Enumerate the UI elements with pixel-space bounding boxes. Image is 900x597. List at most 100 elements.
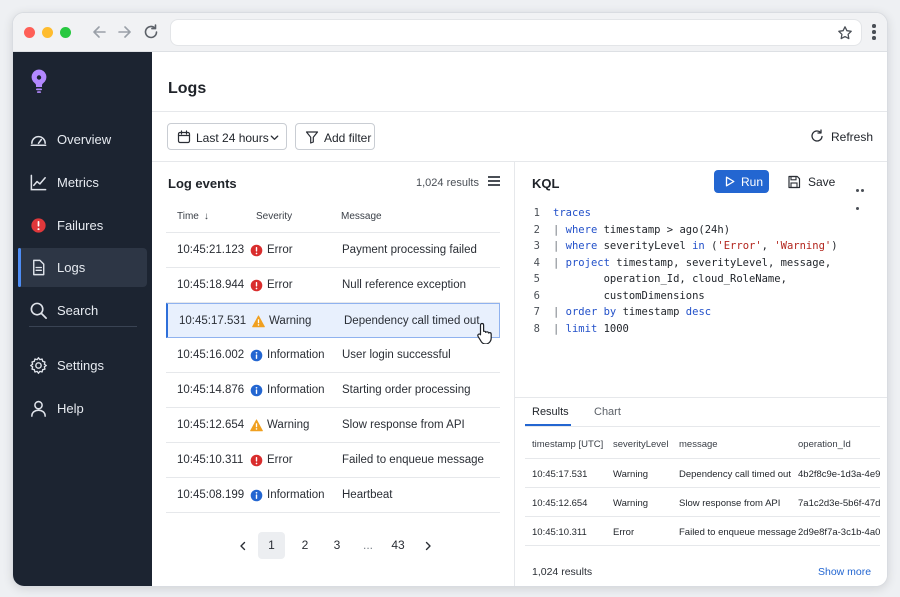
play-icon xyxy=(725,176,735,187)
add-filter-button[interactable]: Add filter xyxy=(295,123,375,150)
log-time: 10:45:12.654 xyxy=(177,419,245,431)
code-text: | where severityLevel in ('Error', 'Warn… xyxy=(553,240,838,252)
time-range-dropdown[interactable]: Last 24 hours xyxy=(167,123,287,150)
mouse-pointer-hand-icon xyxy=(476,322,494,345)
sidebar: Overview Metrics Failures Logs Search Se… xyxy=(13,52,152,586)
result-cell: 10:45:17.531 xyxy=(532,469,588,480)
log-time: 10:45:21.123 xyxy=(177,244,245,256)
column-header-severity[interactable]: Severity xyxy=(256,211,292,222)
table-row[interactable]: 10:45:08.199 Information Heartbeat xyxy=(166,478,500,513)
column-header-time[interactable]: Time ↓ xyxy=(177,211,209,222)
sidebar-item-failures[interactable]: Failures xyxy=(18,206,147,245)
sidebar-item-label: Metrics xyxy=(57,175,99,190)
browser-window: Overview Metrics Failures Logs Search Se… xyxy=(12,12,888,587)
result-cell: Warning xyxy=(613,498,649,509)
result-cell: 7a1c2d3e-5b6f-47d... xyxy=(798,498,880,509)
sidebar-item-label: Logs xyxy=(57,260,86,275)
table-row[interactable]: 10:45:10.311 Error Failed to enqueue messa… xyxy=(166,443,500,478)
table-row[interactable]: 10:45:12.654 Warning Slow response from AP… xyxy=(166,408,500,443)
time-range-label: Last 24 hours xyxy=(196,131,269,145)
table-row[interactable]: 10:45:18.944 Error Null reference exceptio… xyxy=(166,268,500,303)
page-button[interactable]: 3 xyxy=(327,532,347,559)
result-cell: 10:45:12.654 xyxy=(532,498,588,509)
back-arrow-icon[interactable] xyxy=(90,22,110,42)
severity-label: Error xyxy=(267,279,293,291)
sidebar-item-settings[interactable]: Settings xyxy=(18,346,147,385)
code-line[interactable]: 7 | order by timestamp desc xyxy=(532,306,882,323)
show-more-link[interactable]: Show more xyxy=(818,566,871,578)
code-line[interactable]: 6 customDimensions xyxy=(532,290,882,307)
result-cell: Warning xyxy=(613,469,649,480)
sidebar-item-label: Help xyxy=(57,401,84,416)
log-message: Null reference exception xyxy=(342,279,467,291)
sidebar-item-help[interactable]: Help xyxy=(18,389,147,428)
table-row[interactable]: 10:45:21.123 Error Payment processing fail… xyxy=(166,233,500,268)
sidebar-item-logs[interactable]: Logs xyxy=(18,248,147,287)
bookmark-star-icon[interactable] xyxy=(837,25,853,41)
kql-title: KQL xyxy=(532,176,560,191)
more-options-icon[interactable] xyxy=(856,179,870,210)
column-header-message[interactable]: Message xyxy=(341,211,382,222)
line-number: 7 xyxy=(533,306,540,318)
next-page-button[interactable] xyxy=(419,532,437,559)
log-time: 10:45:16.002 xyxy=(177,349,245,361)
code-text: operation_Id, cloud_RoleName, xyxy=(553,273,787,285)
table-row[interactable]: 10:45:14.876 Information Starting order pr… xyxy=(166,373,500,408)
results-column-header[interactable]: severityLevel xyxy=(613,439,668,450)
sidebar-item-search[interactable]: Search xyxy=(18,291,147,330)
sidebar-item-metrics[interactable]: Metrics xyxy=(18,163,147,202)
column-header-label: Time xyxy=(177,211,199,222)
page-button[interactable]: 43 xyxy=(385,532,411,559)
sidebar-item-label: Overview xyxy=(57,132,112,147)
reload-icon[interactable] xyxy=(141,22,161,42)
result-cell: 4b2f8c9e-1d3a-4e9... xyxy=(798,469,880,480)
code-line[interactable]: 2 | where timestamp > ago(24h) xyxy=(532,224,882,241)
line-chart-icon xyxy=(29,173,48,192)
page-button-current[interactable]: 1 xyxy=(258,532,285,559)
code-line[interactable]: 8 | limit 1000 xyxy=(532,323,882,340)
browser-toolbar xyxy=(13,13,887,52)
results-row[interactable]: 10:45:10.311 Error Failed to enqueue messa… xyxy=(525,517,880,546)
tab-results[interactable]: Results xyxy=(532,406,569,418)
tab-chart[interactable]: Chart xyxy=(594,406,621,418)
result-cell: 10:45:10.311 xyxy=(532,527,587,538)
column-menu-icon[interactable] xyxy=(488,176,500,188)
log-time: 10:45:10.311 xyxy=(177,454,244,466)
run-query-button[interactable]: Run xyxy=(714,170,769,193)
line-number: 2 xyxy=(533,223,540,236)
refresh-button[interactable]: Refresh xyxy=(810,128,874,146)
results-row[interactable]: 10:45:12.654 Warning Slow response from AP… xyxy=(525,488,880,517)
results-count: 1,024 results xyxy=(532,566,593,578)
browser-menu-icon[interactable] xyxy=(871,24,877,42)
maximize-window-button[interactable] xyxy=(60,27,71,38)
close-window-button[interactable] xyxy=(24,27,35,38)
code-line[interactable]: 3 | where severityLevel in ('Error', 'War… xyxy=(532,240,882,257)
severity-label: Information xyxy=(267,489,325,501)
save-disk-icon xyxy=(787,175,801,189)
results-row[interactable]: 10:45:17.531 Warning Dependency call timed… xyxy=(525,459,880,488)
panel-splitter[interactable] xyxy=(514,162,515,586)
sidebar-item-overview[interactable]: Overview xyxy=(18,120,147,159)
results-column-header[interactable]: operation_Id xyxy=(798,439,851,450)
log-events-count: 1,024 results xyxy=(416,177,479,189)
table-row[interactable]: 10:45:16.002 Information User login succes… xyxy=(166,338,500,373)
sidebar-item-label: Settings xyxy=(57,358,104,373)
log-message: Starting order processing xyxy=(342,384,471,396)
code-line[interactable]: 1 traces xyxy=(532,207,882,224)
previous-page-button[interactable] xyxy=(234,532,252,559)
sidebar-item-label: Search xyxy=(57,303,99,318)
minimize-window-button[interactable] xyxy=(42,27,53,38)
save-query-button[interactable]: Save xyxy=(787,170,837,193)
filter-funnel-icon xyxy=(305,130,319,144)
table-row[interactable]: 10:45:17.531 Warning Dependency call timed… xyxy=(166,303,500,338)
address-bar[interactable] xyxy=(170,19,862,46)
results-column-header[interactable]: timestamp [UTC] xyxy=(532,439,603,450)
results-column-header[interactable]: message xyxy=(679,439,718,450)
error-circle-icon xyxy=(29,216,48,235)
page-button[interactable]: 2 xyxy=(295,532,315,559)
forward-arrow-icon[interactable] xyxy=(114,22,134,42)
kql-editor[interactable]: 1 traces 2 | where timestamp > ago(24h) 3 | w… xyxy=(532,207,882,339)
code-line[interactable]: 5 operation_Id, cloud_RoleName, xyxy=(532,273,882,290)
line-number: 3 xyxy=(533,240,540,252)
code-line[interactable]: 4 | project timestamp, severityLevel, mes… xyxy=(532,257,882,274)
